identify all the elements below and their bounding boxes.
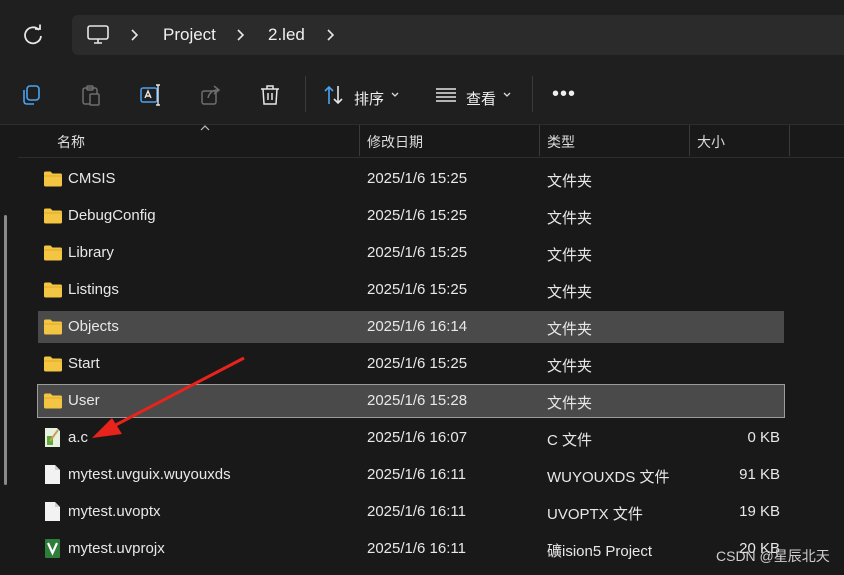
share-icon[interactable]: [200, 84, 222, 106]
column-size[interactable]: 大小: [697, 132, 725, 152]
file-type: 文件夹: [547, 358, 593, 375]
file-icon: [44, 464, 61, 485]
chevron-right-icon[interactable]: [130, 26, 140, 44]
c-file-icon: [44, 427, 61, 448]
computer-icon[interactable]: [86, 24, 110, 46]
sort-icon[interactable]: [323, 84, 345, 106]
file-name[interactable]: Start: [68, 355, 100, 372]
file-name[interactable]: DebugConfig: [68, 207, 156, 224]
file-name[interactable]: CMSIS: [68, 170, 116, 187]
file-modified: 2025/1/6 16:14: [367, 318, 468, 335]
file-type: 文件夹: [547, 173, 593, 190]
file-type: 文件夹: [547, 321, 593, 338]
file-row[interactable]: User 2025/1/6 15:28 文件夹: [37, 384, 785, 418]
chevron-right-icon[interactable]: [236, 26, 246, 44]
column-modified[interactable]: 修改日期: [367, 132, 423, 152]
file-size: 91 KB: [739, 466, 780, 483]
folder-icon: [43, 207, 63, 225]
toolbar-divider: [532, 76, 533, 112]
column-divider[interactable]: [789, 125, 790, 156]
column-divider[interactable]: [539, 125, 540, 156]
sort-ascending-icon: [200, 125, 210, 131]
file-name[interactable]: Library: [68, 244, 114, 261]
file-modified: 2025/1/6 15:25: [367, 355, 468, 372]
file-name[interactable]: mytest.uvoptx: [68, 503, 161, 520]
column-divider[interactable]: [359, 125, 360, 156]
file-type: UVOPTX 文件: [547, 506, 643, 523]
file-modified: 2025/1/6 16:11: [367, 503, 466, 520]
folder-icon: [43, 281, 63, 299]
file-row[interactable]: CMSIS 2025/1/6 15:25 文件夹: [38, 163, 784, 195]
file-name[interactable]: mytest.uvguix.wuyouxds: [68, 466, 231, 483]
file-row[interactable]: mytest.uvoptx 2025/1/6 16:11 UVOPTX 文件 19 K…: [38, 496, 784, 528]
watermark: CSDN @星辰北天: [716, 548, 830, 564]
paste-icon[interactable]: [80, 84, 102, 106]
chevron-down-icon[interactable]: [390, 91, 400, 99]
delete-icon[interactable]: [259, 84, 281, 106]
file-name[interactable]: User: [68, 392, 100, 409]
chevron-down-icon[interactable]: [502, 91, 512, 99]
file-modified: 2025/1/6 16:11: [367, 466, 466, 483]
file-row[interactable]: mytest.uvguix.wuyouxds 2025/1/6 16:11 WUYO…: [38, 459, 784, 491]
file-row[interactable]: mytest.uvprojx 2025/1/6 16:11 礦ision5 Proj…: [38, 533, 784, 565]
file-modified: 2025/1/6 15:25: [367, 244, 468, 261]
file-modified: 2025/1/6 15:25: [367, 281, 468, 298]
chevron-right-icon[interactable]: [326, 26, 336, 44]
folder-icon: [43, 170, 63, 188]
file-modified: 2025/1/6 16:11: [367, 540, 466, 557]
view-button[interactable]: 查看: [466, 88, 496, 109]
file-name[interactable]: Listings: [68, 281, 119, 298]
folder-icon: [43, 392, 63, 410]
file-modified: 2025/1/6 15:28: [367, 392, 468, 409]
file-row[interactable]: Listings 2025/1/6 15:25 文件夹: [38, 274, 784, 306]
copy-icon[interactable]: [20, 84, 42, 106]
view-icon[interactable]: [435, 84, 457, 106]
column-type[interactable]: 类型: [547, 132, 575, 152]
file-name[interactable]: Objects: [68, 318, 119, 335]
file-modified: 2025/1/6 16:07: [367, 429, 468, 446]
file-name[interactable]: mytest.uvprojx: [68, 540, 165, 557]
column-header: 名称 修改日期 类型 大小: [18, 125, 844, 158]
refresh-icon[interactable]: [22, 24, 44, 46]
navigation-bar: Project 2.led: [0, 0, 844, 64]
address-bar[interactable]: Project 2.led: [72, 15, 844, 55]
file-list: 名称 修改日期 类型 大小 CMSIS 2025/1/6 15:25 文件夹 Debu…: [0, 125, 844, 575]
file-name[interactable]: a.c: [68, 429, 88, 446]
column-name[interactable]: 名称: [57, 132, 85, 152]
file-row[interactable]: DebugConfig 2025/1/6 15:25 文件夹: [38, 200, 784, 232]
keil-project-icon: [44, 538, 61, 559]
file-type: C 文件: [547, 432, 593, 449]
file-type: 文件夹: [547, 395, 593, 412]
folder-icon: [43, 244, 63, 262]
file-row[interactable]: Library 2025/1/6 15:25 文件夹: [38, 237, 784, 269]
folder-icon: [43, 355, 63, 373]
file-type: 文件夹: [547, 210, 593, 227]
command-toolbar: 排序 查看 •••: [0, 64, 844, 125]
file-row[interactable]: Objects 2025/1/6 16:14 文件夹: [38, 311, 784, 343]
file-size: 19 KB: [739, 503, 780, 520]
file-type: 文件夹: [547, 247, 593, 264]
breadcrumb-2led[interactable]: 2.led: [268, 25, 305, 45]
folder-icon: [43, 318, 63, 336]
file-type: 礦ision5 Project: [547, 543, 653, 560]
file-type: 文件夹: [547, 284, 593, 301]
breadcrumb-project[interactable]: Project: [163, 25, 216, 45]
file-size: 0 KB: [747, 429, 780, 446]
file-type: WUYOUXDS 文件: [547, 469, 670, 486]
toolbar-divider: [305, 76, 306, 112]
sort-button[interactable]: 排序: [354, 88, 384, 109]
file-row[interactable]: a.c 2025/1/6 16:07 C 文件 0 KB: [38, 422, 784, 454]
file-modified: 2025/1/6 15:25: [367, 207, 468, 224]
file-icon: [44, 501, 61, 522]
rename-icon[interactable]: [140, 84, 162, 106]
scrollbar-thumb[interactable]: [4, 215, 7, 485]
file-row[interactable]: Start 2025/1/6 15:25 文件夹: [38, 348, 784, 380]
column-divider[interactable]: [689, 125, 690, 156]
file-modified: 2025/1/6 15:25: [367, 170, 468, 187]
